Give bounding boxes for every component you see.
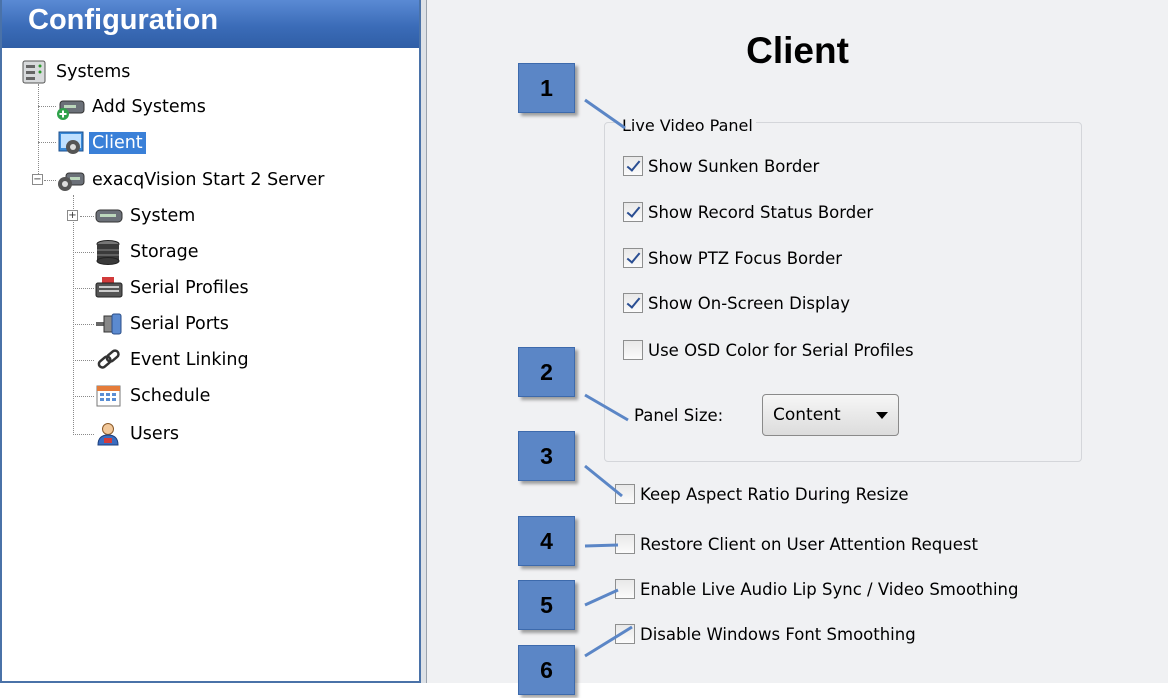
callout-leader — [584, 588, 619, 607]
callout-badge: 3 — [518, 431, 575, 481]
callout-leader — [584, 464, 623, 498]
callout-badge: 5 — [518, 580, 575, 630]
callout-badge: 1 — [518, 63, 575, 113]
callout-leader — [584, 393, 629, 422]
callout-badge: 6 — [518, 645, 575, 695]
callout-leaders — [584, 98, 633, 658]
callout-leader — [584, 625, 633, 658]
callout-badge: 4 — [518, 516, 575, 566]
callout-leader — [584, 543, 619, 548]
callout-leader — [584, 98, 626, 130]
callout-badge: 2 — [518, 347, 575, 397]
